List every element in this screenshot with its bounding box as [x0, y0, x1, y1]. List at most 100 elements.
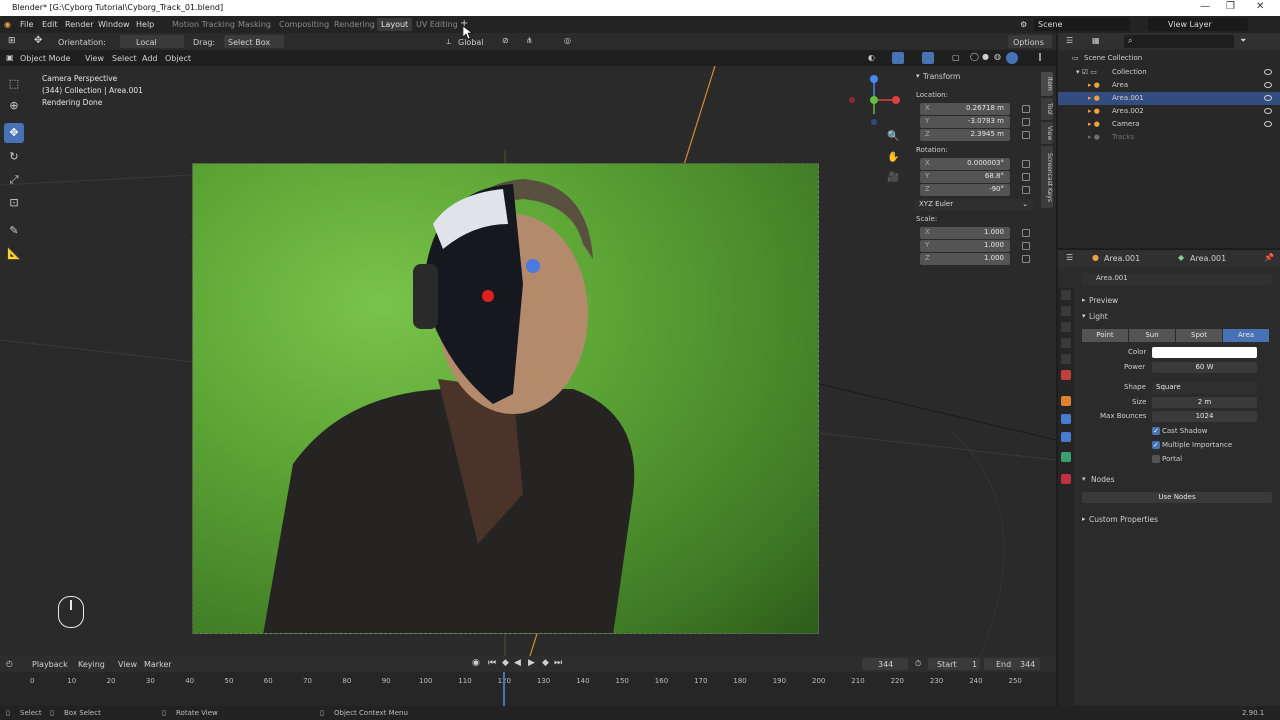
tab-view[interactable]: View	[1041, 122, 1053, 144]
light-type-sun[interactable]: Sun	[1129, 329, 1175, 342]
size-field[interactable]: 2 m	[1152, 397, 1257, 408]
scale-y-field[interactable]: Y 1.000	[920, 240, 1010, 252]
light-datablock-field[interactable]: Area.001	[1082, 273, 1272, 285]
use-nodes-button[interactable]: Use Nodes	[1082, 492, 1272, 503]
blender-logo-icon[interactable]: ◉	[4, 20, 11, 29]
rotation-x-field[interactable]: X 0.000003°	[920, 158, 1010, 170]
menu-render[interactable]: Render	[65, 20, 93, 29]
lock-icon[interactable]	[1022, 229, 1030, 237]
power-field[interactable]: 60 W	[1152, 362, 1257, 373]
light-data-tab-icon[interactable]	[1061, 452, 1071, 462]
tab-item[interactable]: Item	[1041, 72, 1053, 96]
stopwatch-icon[interactable]: ⏱	[915, 659, 921, 669]
lock-icon[interactable]	[1022, 173, 1030, 181]
outliner-row-tracks[interactable]: ▸ ● Tracks	[1058, 131, 1280, 144]
outliner-row-area-001[interactable]: ▸ ● Area.001	[1058, 92, 1280, 105]
play-reverse-icon[interactable]: ◀	[514, 658, 521, 668]
scene-selector[interactable]: Scene	[1038, 20, 1062, 29]
light-type-spot[interactable]: Spot	[1176, 329, 1222, 342]
menu-window[interactable]: Window	[98, 20, 130, 29]
texture-tab-icon[interactable]	[1061, 474, 1071, 484]
playhead[interactable]	[503, 672, 505, 706]
record-icon[interactable]: ◉	[472, 658, 480, 668]
menu-file[interactable]: File	[20, 20, 33, 29]
view-layer-tab-icon[interactable]	[1061, 338, 1071, 348]
world-tab-icon[interactable]	[1061, 370, 1071, 380]
max-bounces-field[interactable]: 1024	[1152, 411, 1257, 422]
tool-tab-icon[interactable]	[1061, 290, 1071, 300]
tab-layout[interactable]: Layout	[377, 18, 413, 31]
proportional-edit-icon[interactable]: ◎	[564, 36, 571, 45]
custom-properties-header[interactable]: Custom Properties	[1089, 515, 1158, 524]
scale-z-field[interactable]: Z 1.000	[920, 253, 1010, 265]
xray-icon[interactable]: ▢	[952, 53, 960, 62]
location-y-field[interactable]: Y -3.0783 m	[920, 116, 1010, 128]
rotation-mode-dropdown[interactable]: XYZ Euler ⌄	[914, 199, 1034, 211]
rotation-y-field[interactable]: Y 68.8°	[920, 171, 1010, 183]
lock-icon[interactable]	[1022, 255, 1030, 263]
snap-icon[interactable]: ⊘	[502, 36, 509, 45]
scene-collection-label[interactable]: Scene Collection	[1084, 54, 1142, 62]
move-tool-icon[interactable]: ✥	[4, 123, 24, 143]
transform-tool-icon[interactable]: ⊡	[4, 193, 24, 213]
lock-icon[interactable]	[1022, 118, 1030, 126]
tab-tool[interactable]: Tool	[1041, 98, 1053, 120]
outliner-row-camera[interactable]: ▸ ● Camera	[1058, 118, 1280, 131]
end-frame-field[interactable]: 344	[1020, 660, 1035, 669]
light-type-area[interactable]: Area	[1223, 329, 1269, 342]
pin-icon[interactable]: 📌	[1264, 253, 1274, 262]
start-frame-field[interactable]: 1	[972, 660, 977, 669]
object-menu[interactable]: Object	[165, 54, 191, 63]
annotate-tool-icon[interactable]: ✎	[4, 221, 24, 241]
view-menu[interactable]: View	[85, 54, 104, 63]
keying-menu[interactable]: Keying	[78, 660, 105, 669]
drag-dropdown[interactable]: Select Box	[228, 38, 270, 47]
next-keyframe-icon[interactable]: ◆	[542, 658, 549, 668]
filter-icon[interactable]: ⏷	[1240, 36, 1246, 46]
playback-menu[interactable]: Playback	[32, 660, 68, 669]
scene-tab-icon[interactable]	[1061, 354, 1071, 364]
tab-masking[interactable]: Masking	[238, 20, 271, 29]
prev-keyframe-icon[interactable]: ◆	[502, 658, 509, 668]
outliner-row-area[interactable]: ▸ ● Area	[1058, 79, 1280, 92]
maximize-icon[interactable]: ❐	[1226, 1, 1235, 12]
cast-shadow-checkbox[interactable]: ✓	[1152, 427, 1160, 435]
current-frame-field[interactable]: 344	[878, 660, 893, 669]
camera-view-icon[interactable]: 🎥	[887, 172, 899, 183]
display-mode-icon[interactable]: ▦	[1092, 36, 1100, 45]
minimize-icon[interactable]: —	[1200, 1, 1210, 12]
multiple-importance-checkbox[interactable]: ✓	[1152, 441, 1160, 449]
portal-checkbox[interactable]	[1152, 455, 1160, 463]
play-icon[interactable]: ▶	[528, 658, 535, 668]
tab-screencast-keys[interactable]: Screencast Keys	[1041, 146, 1053, 208]
scale-tool-icon[interactable]: ⤢	[4, 170, 24, 190]
constraints-tab-icon[interactable]	[1061, 432, 1071, 442]
gizmo-toggle-icon[interactable]	[892, 52, 904, 64]
timeline-editor-icon[interactable]: ◴	[6, 659, 13, 668]
magnet-icon[interactable]: ⋔	[526, 36, 533, 45]
measure-tool-icon[interactable]: 📐	[4, 244, 24, 264]
outliner-search-input[interactable]	[1124, 35, 1234, 48]
rotation-z-field[interactable]: Z -90°	[920, 184, 1010, 196]
lock-icon[interactable]	[1022, 131, 1030, 139]
light-type-point[interactable]: Point	[1082, 329, 1128, 342]
menu-help[interactable]: Help	[136, 20, 154, 29]
light-panel-header[interactable]: Light	[1089, 312, 1108, 321]
lock-icon[interactable]	[1022, 186, 1030, 194]
location-x-field[interactable]: X 0.26718 m	[920, 103, 1010, 115]
object-tab-icon[interactable]	[1061, 396, 1071, 406]
select-menu[interactable]: Select	[112, 54, 137, 63]
scale-x-field[interactable]: X 1.000	[920, 227, 1010, 239]
output-tab-icon[interactable]	[1061, 322, 1071, 332]
jump-end-icon[interactable]: ⏭	[554, 658, 562, 668]
timeline-view-menu[interactable]: View	[118, 660, 137, 669]
outliner-row-area-002[interactable]: ▸ ● Area.002	[1058, 105, 1280, 118]
zoom-icon[interactable]: 🔍	[887, 131, 899, 142]
lock-icon[interactable]	[1022, 160, 1030, 168]
menu-edit[interactable]: Edit	[42, 20, 58, 29]
transform-header[interactable]: Transform	[923, 72, 960, 81]
cursor-tool-icon[interactable]: ⊕	[4, 96, 24, 116]
rendered-shading-icon[interactable]	[1006, 52, 1018, 64]
properties-editor-icon[interactable]: ☰	[1066, 253, 1073, 262]
lock-icon[interactable]	[1022, 105, 1030, 113]
